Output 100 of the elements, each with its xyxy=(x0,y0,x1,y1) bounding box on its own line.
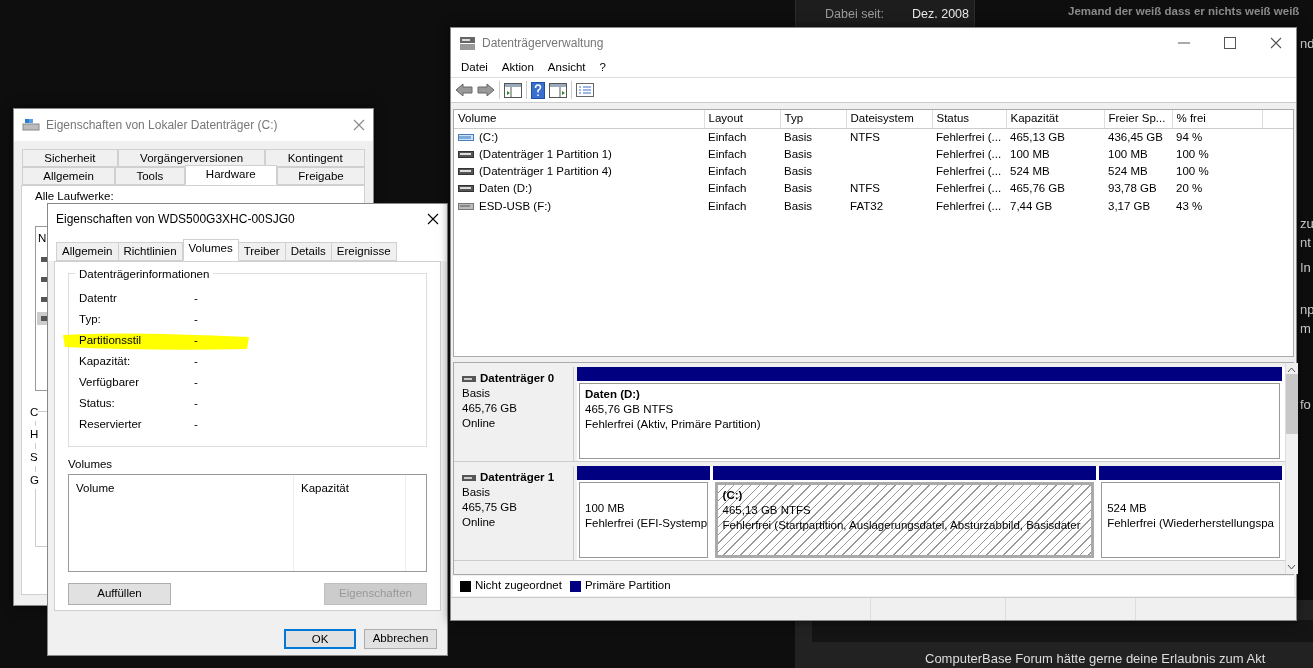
menu-item[interactable]: Aktion xyxy=(494,58,541,77)
scroll-down-icon[interactable] xyxy=(1287,564,1297,570)
field-label: S xyxy=(30,449,38,467)
disk-name: Datenträger 1 xyxy=(480,470,555,485)
column-header[interactable]: % frei xyxy=(1172,110,1262,128)
list-label: Alle Laufwerke: xyxy=(35,189,114,204)
table-cell-text: 100 MB xyxy=(1107,146,1149,162)
tab[interactable]: Allgemein xyxy=(22,167,116,185)
window-title: Datenträgerverwaltung xyxy=(482,35,605,52)
partition-block[interactable]: Daten (D:) 465,76 GB NTFS Fehlerfrei (Aktiv, Primäre Partition) xyxy=(579,383,1280,459)
table-cell-text: (C:) xyxy=(479,129,499,145)
maximize-icon[interactable] xyxy=(1224,37,1236,49)
table-cell-text: Fehlerfrei (... xyxy=(935,181,1003,197)
console-tree-icon[interactable] xyxy=(504,82,522,98)
table-cell-text: Fehlerfrei (... xyxy=(935,164,1003,179)
menu-item[interactable]: ? xyxy=(592,58,613,77)
table-cell-text: 100 % xyxy=(1175,146,1210,162)
section-label: Volumes xyxy=(68,457,114,472)
table-cell-text: 20 % xyxy=(1175,181,1204,197)
page-text: nd xyxy=(1300,35,1313,53)
table-cell-text: Einfach xyxy=(707,198,748,214)
partition-status: Fehlerfrei (Aktiv, Primäre Partition) xyxy=(585,418,761,430)
legend-label: Nicht zugeordnet xyxy=(475,578,562,594)
close-icon[interactable] xyxy=(427,213,439,225)
dialog-button[interactable]: OK xyxy=(284,629,356,649)
disk-size: 465,75 GB xyxy=(462,500,518,515)
tab[interactable]: Freigabe xyxy=(277,167,365,185)
tab[interactable]: Sicherheit xyxy=(22,149,118,167)
field-label: Verfügbarer xyxy=(79,374,141,390)
table-cell-text: 100 MB xyxy=(1009,146,1051,162)
column-header[interactable]: Freier Sp... xyxy=(1104,110,1172,128)
field-label: H xyxy=(30,426,39,444)
disk-size: 465,76 GB xyxy=(462,401,518,416)
menu-item[interactable]: Ansicht xyxy=(540,58,593,77)
table-cell-text: 100 % xyxy=(1175,164,1210,179)
field-label: Status: xyxy=(79,395,116,411)
field-value: - xyxy=(194,353,198,369)
partition-title: Daten (D:) xyxy=(585,388,640,400)
column-header[interactable]: Dateisystem xyxy=(846,110,932,128)
action-button[interactable]: Auffüllen xyxy=(68,583,171,605)
partition-block[interactable]: 100 MB Fehlerfrei (EFI-Systemp xyxy=(579,482,708,558)
table-cell-text: Basis xyxy=(783,164,814,179)
disk-name: Datenträger 0 xyxy=(480,371,555,386)
close-icon[interactable] xyxy=(1270,37,1282,49)
field-label: Partitionsstil xyxy=(79,332,142,348)
forward-icon[interactable] xyxy=(477,83,495,97)
tab[interactable]: Volumes xyxy=(182,239,239,261)
help-icon[interactable] xyxy=(531,81,545,99)
disk-type: Basis xyxy=(462,485,492,500)
partition-status: Fehlerfrei (Startpartition, Auslagerungsdatei, Absturzabbild, Basisdater xyxy=(722,519,1081,531)
tab[interactable]: Details xyxy=(285,242,332,261)
profile-value: Dez. 2008 xyxy=(912,6,969,23)
table-cell-text: Basis xyxy=(783,181,814,197)
drive-icon xyxy=(458,166,474,178)
drive-icon xyxy=(458,131,474,143)
legend-label: Primäre Partition xyxy=(584,578,671,594)
tab[interactable]: Hardware xyxy=(184,165,277,185)
field-value: - xyxy=(194,395,198,411)
table-cell-text: 465,76 GB xyxy=(1009,181,1066,197)
table-cell-text: Einfach xyxy=(707,164,748,179)
tab[interactable]: Vorgängerversionen xyxy=(117,149,266,167)
table-cell-text: NTFS xyxy=(849,181,882,197)
column-header[interactable]: Typ xyxy=(780,110,846,128)
column-header[interactable]: Layout xyxy=(704,110,780,128)
window-title: Eigenschaften von WDS500G3XHC-00SJG0 xyxy=(56,211,296,228)
page-text: np xyxy=(1300,301,1313,319)
table-cell-text: Basis xyxy=(783,198,814,214)
column-header: N xyxy=(38,231,47,246)
tab[interactable]: Allgemein xyxy=(56,242,119,261)
properties-icon[interactable] xyxy=(576,83,594,97)
field-value: - xyxy=(194,416,198,432)
menu-item[interactable]: Datei xyxy=(454,58,495,77)
tab[interactable]: Tools xyxy=(115,167,185,185)
dialog-button[interactable]: Abbrechen xyxy=(364,629,437,649)
tab[interactable]: Richtlinien xyxy=(118,242,183,261)
tab[interactable]: Ereignisse xyxy=(331,242,397,261)
field-label: Datentr xyxy=(79,290,118,306)
page-text: In xyxy=(1300,259,1311,277)
tab[interactable]: Kontingent xyxy=(265,149,365,167)
back-icon[interactable] xyxy=(455,83,473,97)
partition-block[interactable]: 524 MB Fehlerfrei (Wiederherstellungspa xyxy=(1101,482,1280,558)
table-cell-text: 43 % xyxy=(1175,198,1204,214)
tab[interactable]: Treiber xyxy=(238,242,286,261)
drive-icon xyxy=(458,200,474,212)
column-header[interactable]: Volume xyxy=(454,110,704,128)
window-title: Eigenschaften von Lokaler Datenträger (C:) xyxy=(46,117,279,134)
table-cell: NTFS xyxy=(846,128,932,146)
column-header[interactable]: Kapazität xyxy=(1006,110,1104,128)
field-value: - xyxy=(194,332,198,348)
table-cell-text: 3,17 GB xyxy=(1107,198,1152,214)
scroll-up-icon[interactable] xyxy=(1287,367,1297,373)
action-pane-icon[interactable] xyxy=(549,82,567,98)
partition-block[interactable]: (C:) 465,13 GB NTFS Fehlerfrei (Startpartition, Auslagerungsdatei, Absturzabbild, Basisdater xyxy=(714,482,1095,558)
page-text: m xyxy=(1300,320,1311,338)
column-header[interactable]: Status xyxy=(932,110,1006,128)
disk-status: Online xyxy=(462,416,497,431)
field-value: - xyxy=(194,374,198,390)
column-header: Kapazität xyxy=(294,475,406,571)
scrollbar-thumb[interactable] xyxy=(1285,373,1298,434)
partition-title: (C:) xyxy=(722,489,743,501)
